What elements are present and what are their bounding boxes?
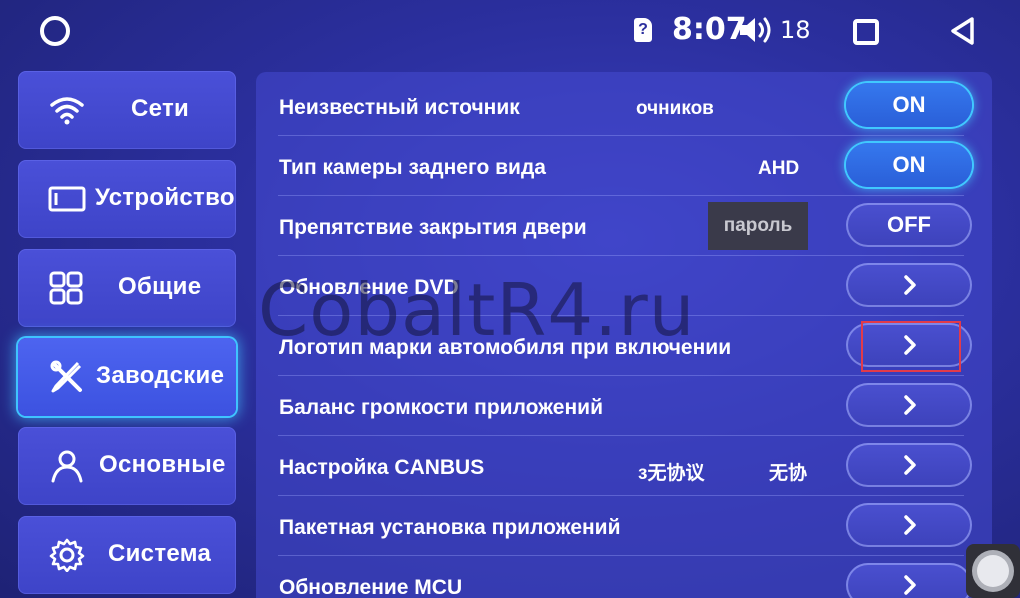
sidebar-item-device[interactable]: Устройство: [18, 160, 236, 238]
sidebar-item-factory[interactable]: Заводские: [18, 338, 236, 416]
sidebar-item-label: Система: [108, 540, 212, 567]
toggle-rear-camera[interactable]: ON: [846, 143, 972, 187]
assistive-touch-button[interactable]: [966, 544, 1020, 598]
row-overflow-text: очников: [636, 98, 714, 119]
chevron-right-icon: [904, 395, 916, 415]
row-label: Тип камеры заднего вида: [279, 156, 546, 179]
gear-icon: [49, 538, 85, 572]
open-mcu-update-button[interactable]: [846, 563, 972, 598]
row-label: Неизвестный источник: [279, 96, 520, 119]
toggle-door-obstacle[interactable]: OFF: [846, 203, 972, 247]
status-bar: ? 8:07 18: [0, 0, 1020, 60]
row-label: Настройка CANBUS: [279, 456, 485, 479]
settings-row-app-volume-balance[interactable]: Баланс громкости приложений: [256, 376, 976, 436]
row-label: Баланс громкости приложений: [279, 396, 603, 419]
settings-row-unknown-source[interactable]: Неизвестный источник очников ON: [256, 76, 976, 136]
sidebar-item-label: Устройство: [95, 184, 235, 211]
row-label: Обновление MCU: [279, 576, 463, 598]
recent-apps-icon[interactable]: [853, 19, 879, 45]
open-batch-install-button[interactable]: [846, 503, 972, 547]
settings-row-door-obstacle[interactable]: Препятствие закрытия двери OFF: [256, 196, 976, 256]
settings-row-canbus[interactable]: Настройка CANBUS з无协议 无协: [256, 436, 976, 496]
row-label: Пакетная установка приложений: [279, 516, 621, 539]
open-dvd-update-button[interactable]: [846, 263, 972, 307]
tools-icon: [50, 360, 82, 393]
settings-row-dvd-update[interactable]: Обновление DVD: [256, 256, 976, 316]
chevron-right-icon: [904, 575, 916, 595]
back-icon[interactable]: [948, 16, 978, 46]
sidebar-item-general[interactable]: Общие: [18, 249, 236, 327]
clock: 8:07: [672, 12, 747, 47]
row-label: Обновление DVD: [279, 276, 459, 299]
screen-icon: [48, 186, 86, 212]
toggle-unknown-source[interactable]: ON: [846, 83, 972, 127]
canbus-protocol-text: з无协议: [638, 463, 705, 484]
volume-icon[interactable]: [738, 16, 774, 44]
open-app-volume-balance-button[interactable]: [846, 383, 972, 427]
grid-icon: [49, 271, 83, 305]
canbus-protocol-text-2: 无协: [769, 463, 808, 484]
settings-row-mcu-update[interactable]: Обновление MCU: [256, 556, 976, 598]
chevron-right-icon: [904, 455, 916, 475]
volume-level: 18: [780, 16, 811, 44]
user-icon: [51, 450, 83, 483]
settings-row-batch-install[interactable]: Пакетная установка приложений: [256, 496, 976, 556]
password-overlay: пароль: [708, 202, 808, 250]
settings-row-rear-camera[interactable]: Тип камеры заднего вида AHD ON: [256, 136, 976, 196]
wifi-icon: [50, 97, 84, 125]
chevron-right-icon: [904, 275, 916, 295]
sidebar-item-label: Заводские: [96, 362, 225, 389]
settings-list[interactable]: Неизвестный источник очников ON Тип каме…: [256, 72, 992, 598]
home-circle-icon[interactable]: [40, 16, 70, 46]
camera-type-value: AHD: [758, 158, 800, 179]
sidebar-item-label: Общие: [118, 273, 202, 300]
row-label: Логотип марки автомобиля при включении: [279, 336, 732, 359]
annotation-highlight-box: [861, 321, 961, 372]
sidebar-item-basic[interactable]: Основные: [18, 427, 236, 505]
row-label: Препятствие закрытия двери: [279, 216, 587, 239]
open-canbus-button[interactable]: [846, 443, 972, 487]
assistive-core-icon: [977, 555, 1009, 587]
sim-unknown-icon: ?: [634, 18, 652, 42]
sidebar-item-networks[interactable]: Сети: [18, 71, 236, 149]
sidebar-item-system[interactable]: Система: [18, 516, 236, 594]
sidebar-item-label: Сети: [131, 95, 190, 122]
sidebar-item-label: Основные: [99, 451, 226, 478]
chevron-right-icon: [904, 515, 916, 535]
